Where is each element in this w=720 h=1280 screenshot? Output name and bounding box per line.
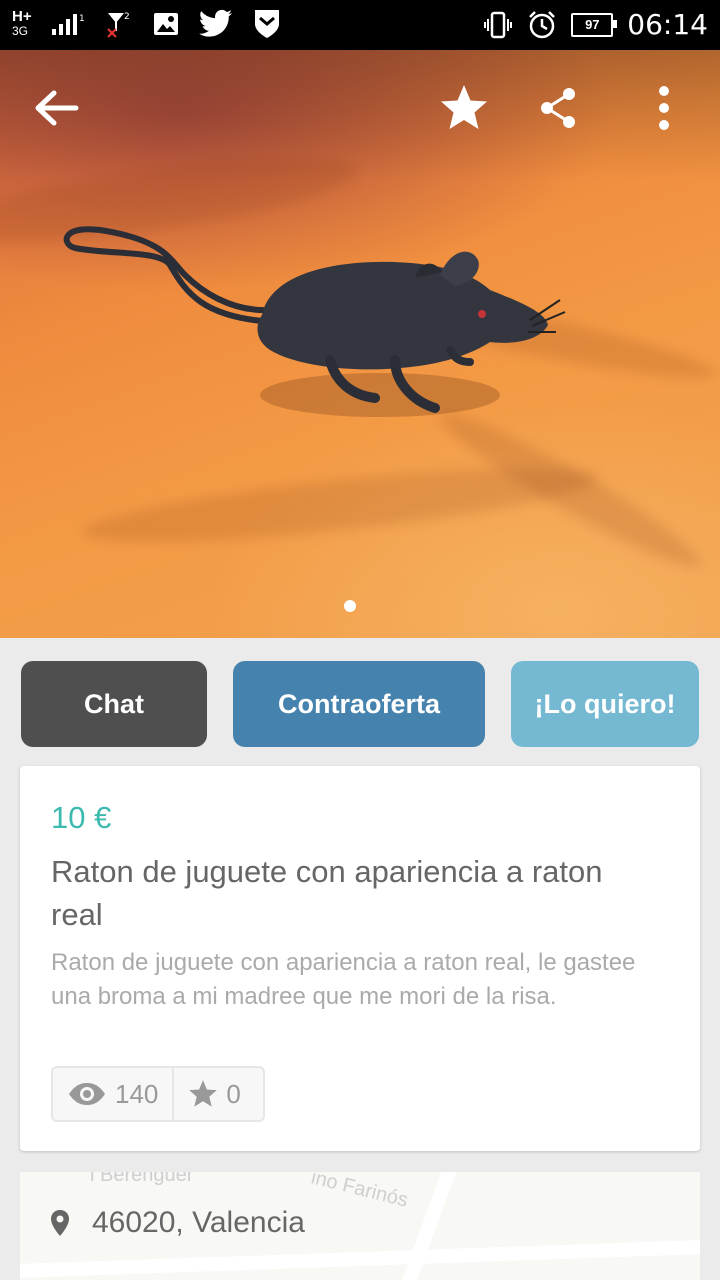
share-button[interactable] <box>530 80 586 136</box>
want-it-button[interactable]: ¡Lo quiero! <box>511 661 699 747</box>
star-icon <box>441 85 487 129</box>
location-pin-icon <box>51 1210 69 1236</box>
shield-icon <box>254 10 279 38</box>
product-price: 10 € <box>51 800 112 835</box>
favorite-button[interactable] <box>436 80 492 136</box>
gallery-page-indicator <box>344 600 356 612</box>
back-arrow-icon <box>35 90 79 126</box>
no-signal-sim2-icon: 2 <box>106 12 130 38</box>
eye-icon <box>69 1083 105 1105</box>
product-image-gallery[interactable] <box>0 50 720 638</box>
views-count: 140 <box>115 1078 159 1109</box>
svg-text:1: 1 <box>79 14 85 24</box>
clock: 06:14 <box>627 8 708 41</box>
network-indicator: H+ 3G <box>12 8 32 38</box>
favorites-stat: 0 <box>172 1068 254 1120</box>
svg-text:2: 2 <box>124 12 130 22</box>
network-label: H+ <box>12 8 32 25</box>
vibrate-icon <box>484 11 513 38</box>
location-row: 46020, Valencia <box>50 1206 305 1240</box>
image-icon <box>153 13 178 35</box>
location-text: 46020, Valencia <box>92 1206 305 1239</box>
product-details-card: 10 € Raton de juguete con apariencia a r… <box>20 766 700 1151</box>
map-street-label-2: ino Farinós <box>308 1172 411 1212</box>
battery-indicator: 97 <box>571 12 618 37</box>
alarm-icon <box>529 10 556 38</box>
battery-level: 97 <box>585 17 600 32</box>
status-bar: H+ 3G 1 2 97 06:14 <box>0 0 720 50</box>
favorites-count: 0 <box>226 1078 241 1109</box>
product-stats: 140 0 <box>51 1066 265 1122</box>
views-stat: 140 <box>53 1068 172 1120</box>
product-title: Raton de juguete con apariencia a raton … <box>51 854 603 932</box>
share-icon <box>541 88 575 128</box>
map-street-label-1: l Berenguer <box>90 1172 194 1186</box>
top-shade <box>0 50 720 180</box>
product-description: Raton de juguete con apariencia a raton … <box>51 949 636 1010</box>
location-map[interactable]: l Berenguer ino Farinós 46020, Valencia <box>20 1172 700 1280</box>
chat-button[interactable]: Chat <box>21 661 207 747</box>
overflow-menu-button[interactable] <box>636 80 692 136</box>
action-buttons: Chat Contraoferta ¡Lo quiero! <box>21 661 699 747</box>
twitter-icon <box>198 9 232 37</box>
counteroffer-button[interactable]: Contraoferta <box>233 661 485 747</box>
more-vertical-icon <box>659 86 669 130</box>
network-type: 3G <box>12 24 29 38</box>
back-button[interactable] <box>28 80 84 136</box>
signal-icon: 1 <box>51 14 85 35</box>
star-outline-icon <box>189 1080 218 1107</box>
